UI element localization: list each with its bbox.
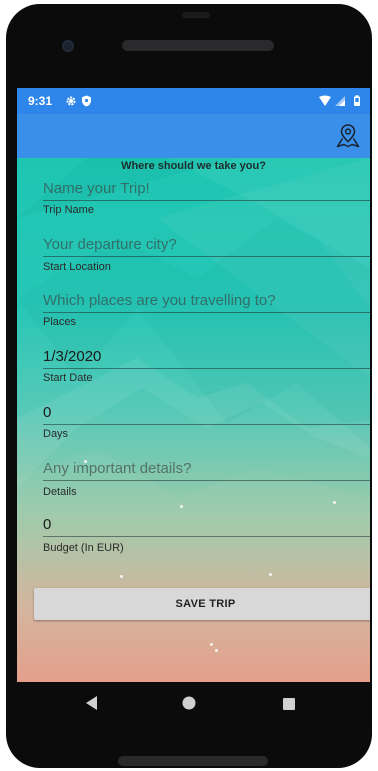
sparkle [269,573,272,576]
trip-name-input[interactable] [43,176,370,201]
shield-icon [81,94,92,112]
front-camera [62,40,74,52]
bottom-speaker-grille [118,756,268,766]
start-date-label: Start Date [43,372,93,384]
home-icon[interactable] [182,696,196,715]
app-bar [17,114,370,158]
days-label: Days [43,428,69,440]
places-input[interactable] [43,288,370,313]
phone-frame: 9:31 Where should we take you? Name your… [6,4,372,768]
map-pin-button[interactable] [332,120,364,152]
form-heading: Where should we take you? [121,160,266,172]
recents-icon[interactable] [283,697,295,715]
days-input[interactable] [43,400,370,425]
app-screen: 9:31 Where should we take you? Name your… [17,88,370,682]
details-input[interactable] [43,456,370,481]
start-location-input[interactable] [43,232,370,257]
save-trip-button[interactable]: SAVE TRIP [34,588,370,620]
map-pin-icon [336,124,360,148]
trip-name-label: Trip Name [43,204,94,216]
sparkle [180,505,183,508]
system-nav-bar [6,682,372,728]
gear-icon [65,94,77,112]
top-speaker-grille [122,40,274,51]
back-icon[interactable] [86,696,98,715]
battery-icon [354,95,360,106]
places-label: Places [43,316,77,328]
signal-icon [335,96,345,106]
details-label: Details [43,486,77,498]
trip-form-area: Where should we take you? Trip Name Star… [17,158,370,682]
sparkle [215,649,218,652]
sparkle [210,643,213,646]
status-bar: 9:31 [17,88,370,114]
sparkle [333,501,336,504]
start-location-label: Start Location [43,261,111,273]
start-date-input[interactable] [43,344,370,369]
earpiece [182,12,210,18]
wifi-icon [319,95,331,106]
status-time: 9:31 [28,94,53,108]
budget-label: Budget (In EUR) [43,542,124,554]
budget-input[interactable] [43,512,370,537]
status-indicators [318,94,362,112]
sparkle [120,575,123,578]
